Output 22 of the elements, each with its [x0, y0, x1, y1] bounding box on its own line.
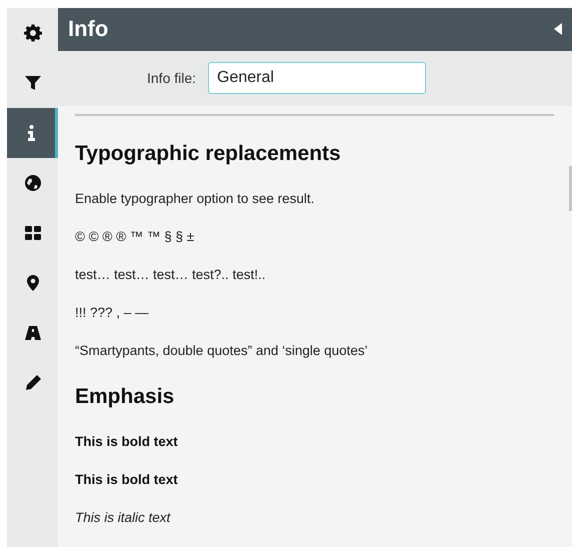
paragraph: test… test… test… test?.. test!..: [75, 266, 267, 283]
grid-icon: [24, 224, 42, 242]
bold-text: This is bold text: [75, 433, 179, 450]
bold-text: This is bold text: [75, 471, 179, 488]
globe-icon: [24, 174, 42, 192]
sidebar-tab[interactable]: [7, 108, 58, 158]
section-heading: Emphasis: [75, 385, 176, 409]
paragraph: !!! ??? , – —: [75, 304, 150, 321]
section-heading: Typographic replacements: [75, 142, 342, 166]
italic-text: This is italic text: [75, 509, 172, 526]
paragraph: © © ® ® ™ ™ § § ±: [75, 228, 196, 245]
gear-icon: [24, 24, 42, 42]
paragraph: Enable typographer option to see result.: [75, 190, 316, 207]
panel-title: Info: [68, 16, 108, 42]
collapse-icon[interactable]: [554, 23, 562, 36]
scrollbar-thumb[interactable]: [569, 166, 572, 211]
info-file-field[interactable]: General: [208, 62, 426, 94]
paragraph: “Smartypants, double quotes” and ‘single quotes’: [75, 342, 369, 359]
info-file-label: Info file:: [147, 70, 196, 86]
filter-icon: [24, 74, 42, 92]
road-icon: [24, 324, 42, 342]
pencil-icon: [24, 374, 42, 392]
